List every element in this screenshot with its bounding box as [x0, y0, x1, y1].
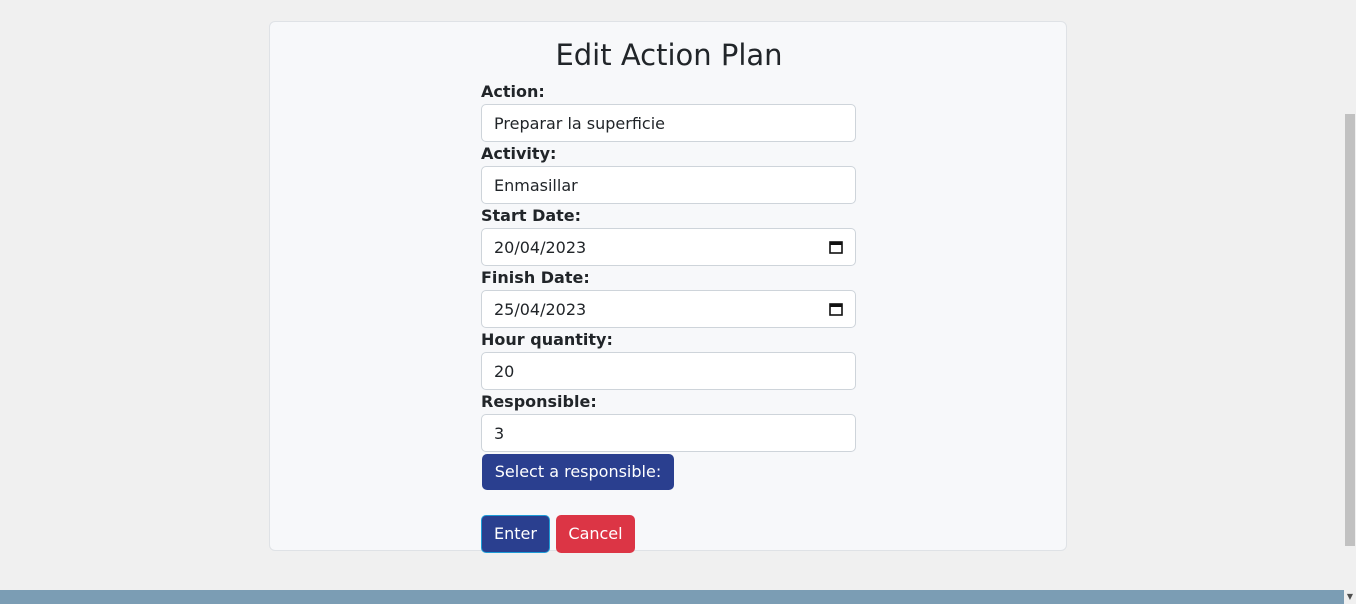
responsible-label: Responsible: [481, 392, 597, 411]
hour-quantity-label: Hour quantity: [481, 330, 613, 349]
page: Edit Action Plan Action: Preparar la sup… [0, 0, 1356, 604]
scroll-down-arrow-icon[interactable]: ▼ [1344, 590, 1356, 604]
responsible-value: 3 [494, 423, 505, 443]
page-title: Edit Action Plan [555, 38, 783, 72]
start-date-input[interactable]: 20/04/2023 [481, 228, 856, 266]
scrollbar-thumb[interactable] [1345, 114, 1355, 546]
activity-field-group: Activity: Enmasillar [481, 144, 856, 206]
start-date-field-group: Start Date: 20/04/2023 [481, 206, 856, 268]
enter-button[interactable]: Enter [481, 515, 550, 553]
start-date-label: Start Date: [481, 206, 582, 225]
cancel-button[interactable]: Cancel [556, 515, 635, 553]
responsible-field-group: Responsible: 3 [481, 392, 856, 454]
finish-date-value: 25/04/2023 [494, 299, 587, 319]
activity-input[interactable]: Enmasillar [481, 166, 856, 204]
hour-quantity-input[interactable]: 20 [481, 352, 856, 390]
finish-date-label: Finish Date: [481, 268, 590, 287]
vertical-scrollbar[interactable]: ▼ [1344, 0, 1356, 604]
edit-action-plan-card: Edit Action Plan Action: Preparar la sup… [269, 21, 1067, 553]
action-field-group: Action: Preparar la superficie [481, 82, 856, 144]
select-responsible-button[interactable]: Select a responsible: [482, 454, 674, 490]
finish-date-field-group: Finish Date: 25/04/2023 [481, 268, 856, 330]
responsible-input[interactable]: 3 [481, 414, 856, 452]
action-plan-form: Action: Preparar la superficie Activity:… [481, 82, 856, 454]
footer-bar [0, 590, 1344, 604]
activity-input-value: Enmasillar [494, 175, 578, 195]
action-input-value: Preparar la superficie [494, 113, 665, 133]
activity-label: Activity: [481, 144, 557, 163]
hour-quantity-value: 20 [494, 361, 515, 381]
action-label: Action: [481, 82, 545, 101]
start-date-value: 20/04/2023 [494, 237, 587, 257]
calendar-icon[interactable] [829, 302, 843, 316]
action-input[interactable]: Preparar la superficie [481, 104, 856, 142]
hour-quantity-field-group: Hour quantity: 20 [481, 330, 856, 392]
calendar-icon[interactable] [829, 240, 843, 254]
finish-date-input[interactable]: 25/04/2023 [481, 290, 856, 328]
